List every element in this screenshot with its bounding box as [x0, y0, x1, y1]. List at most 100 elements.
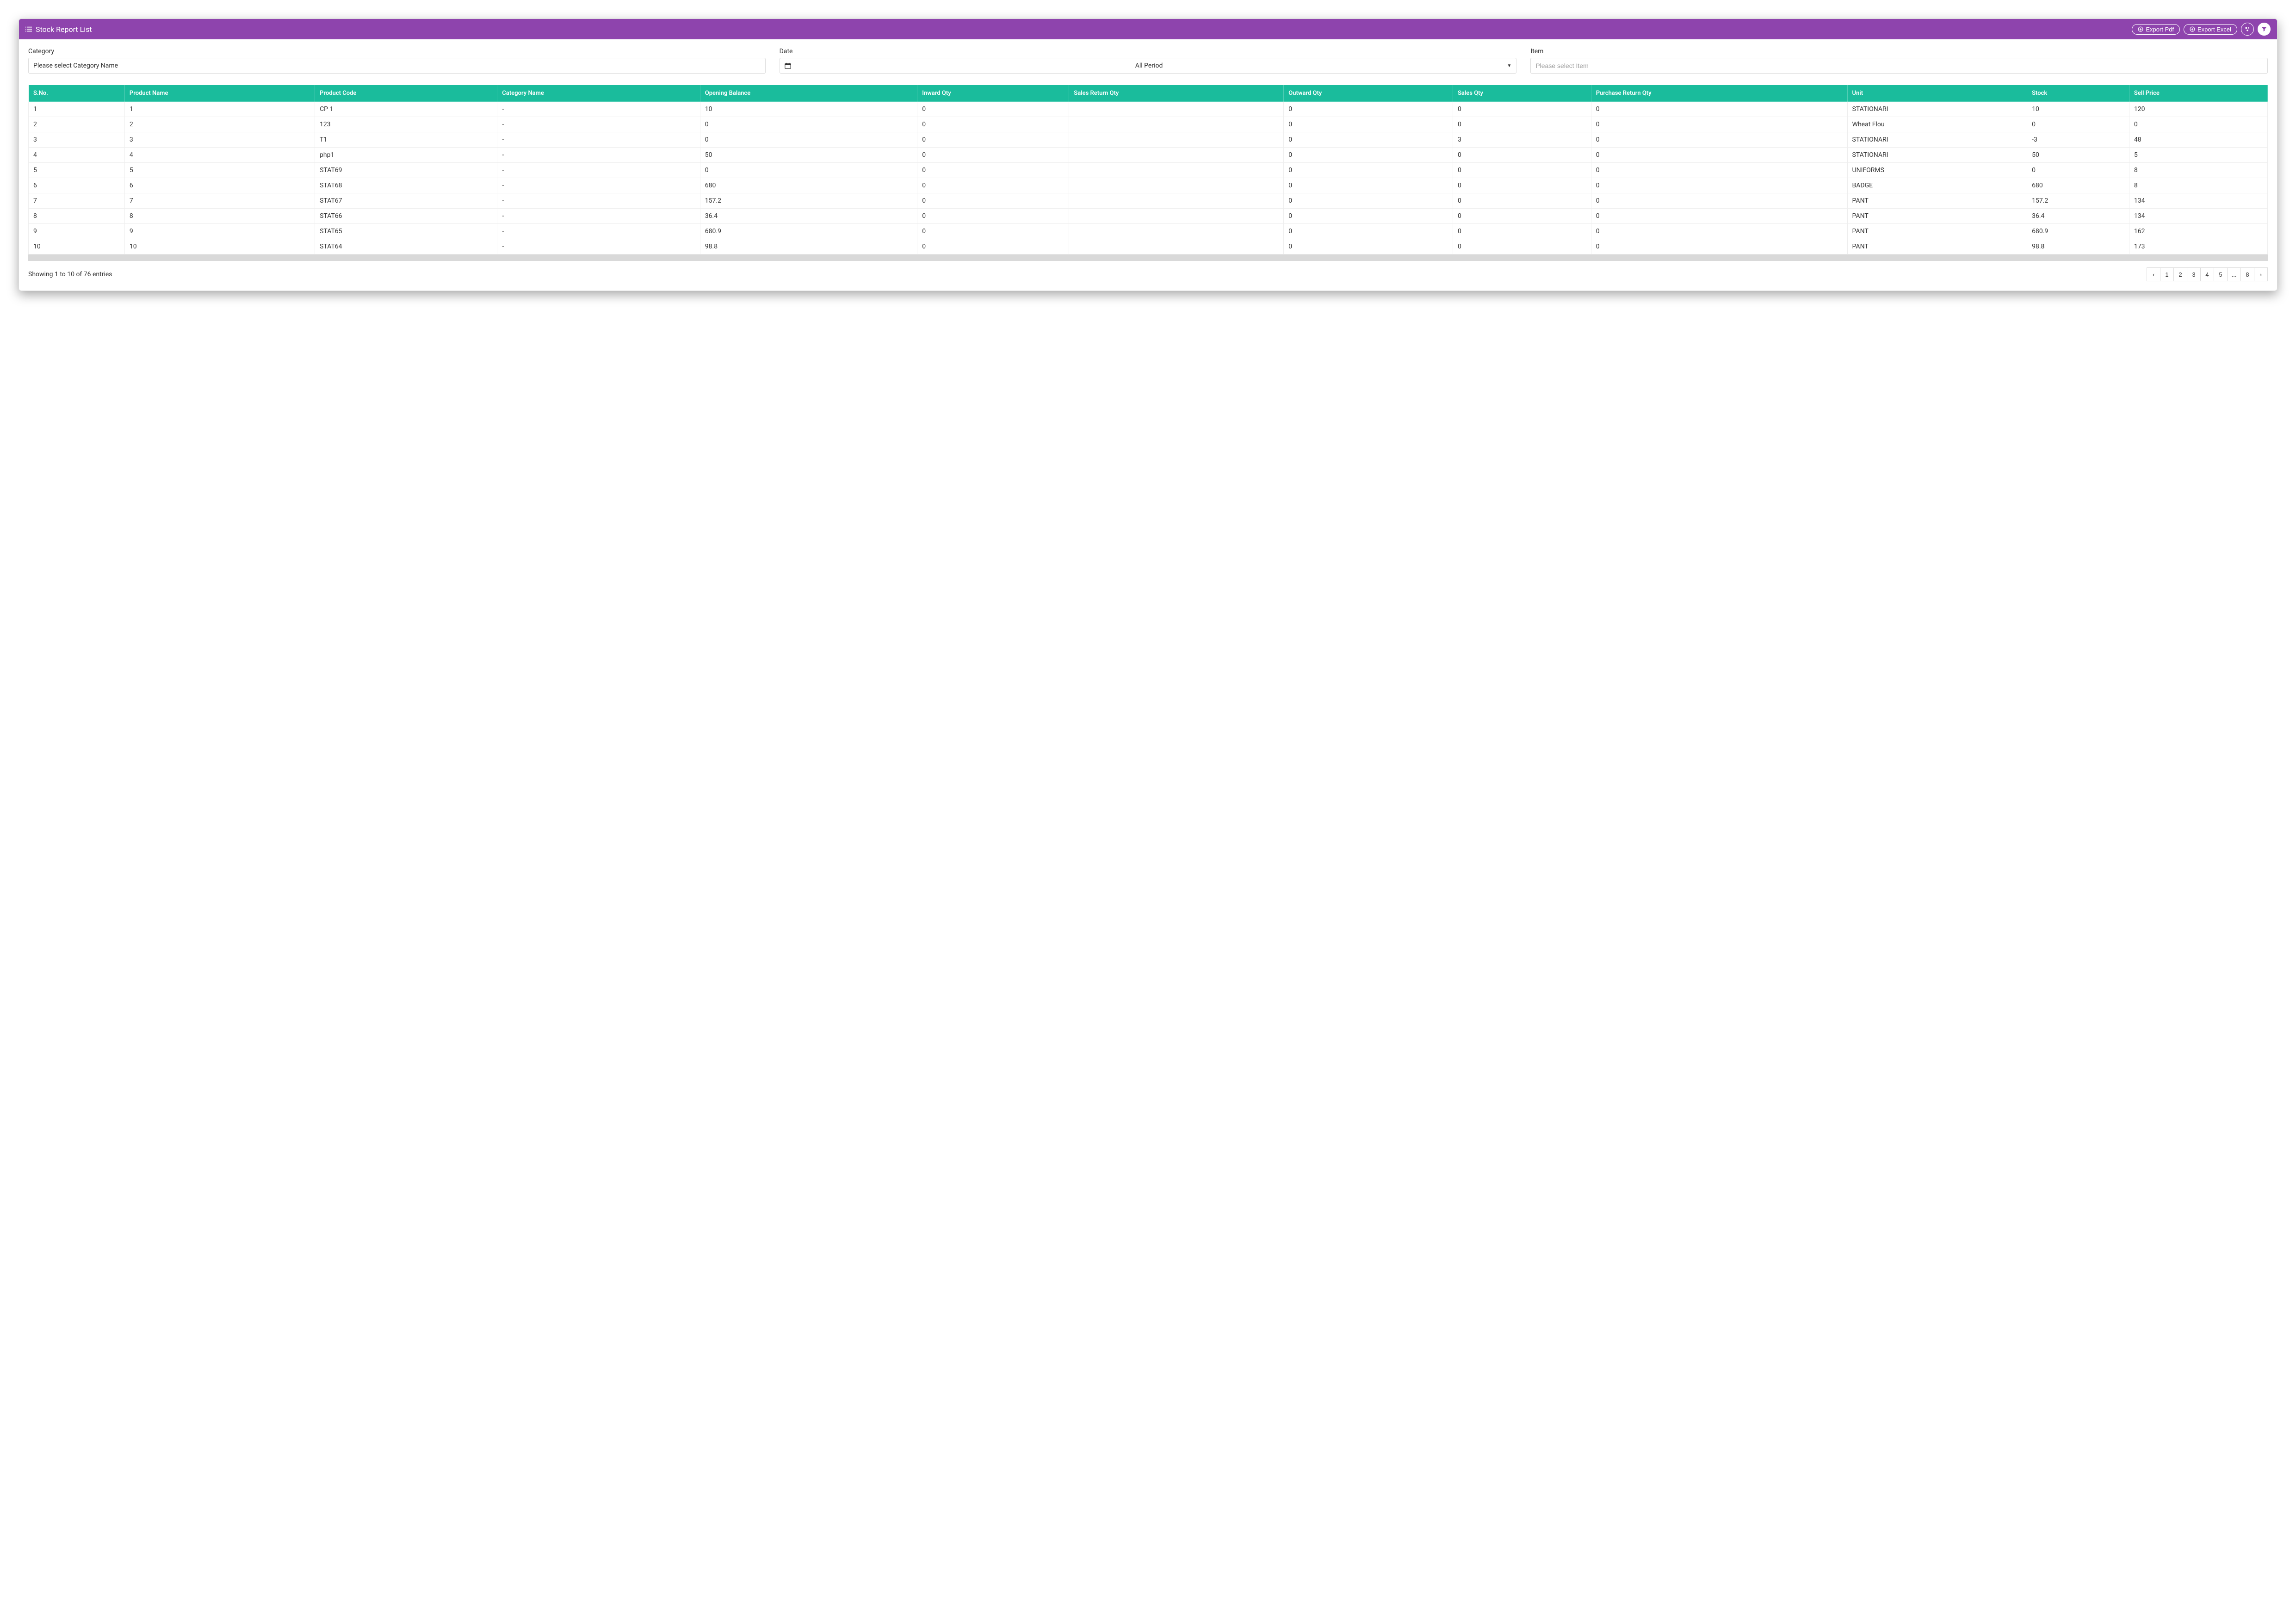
export-excel-button[interactable]: Export Excel	[2184, 24, 2237, 35]
page-ellipsis: ...	[2227, 267, 2241, 281]
table-cell: -	[497, 209, 700, 224]
filter-item: Item	[1530, 48, 2268, 74]
column-header[interactable]: Outward Qty	[1284, 85, 1453, 102]
table-row: 77STAT67-157.20000PANT157.2134	[29, 193, 2268, 209]
table-cell: 0	[1591, 148, 1847, 163]
column-header[interactable]: Sell Price	[2129, 85, 2267, 102]
table-cell: 0	[700, 117, 917, 132]
column-header[interactable]: Stock	[2027, 85, 2129, 102]
table-cell: 5	[124, 163, 315, 178]
table-cell: 0	[1284, 132, 1453, 148]
column-header[interactable]: Sales Qty	[1453, 85, 1591, 102]
panel-header-right: Export Pdf Export Excel	[2132, 23, 2271, 36]
table-cell: STAT64	[315, 239, 497, 254]
column-header[interactable]: Unit	[1847, 85, 2027, 102]
table-row: 88STAT66-36.40000PANT36.4134	[29, 209, 2268, 224]
calendar-icon	[780, 62, 796, 69]
table-cell: 0	[1591, 102, 1847, 117]
panel-header: Stock Report List Export Pdf Export Exce…	[19, 19, 2277, 39]
table-cell: 0	[1284, 239, 1453, 254]
export-pdf-button[interactable]: Export Pdf	[2132, 24, 2180, 35]
table-cell: 0	[1453, 148, 1591, 163]
category-select[interactable]: Please select Category Name	[28, 58, 766, 74]
table-cell: 0	[1284, 148, 1453, 163]
table-cell: 4	[124, 148, 315, 163]
table-cell	[1069, 239, 1284, 254]
table-cell: 0	[1284, 102, 1453, 117]
table-cell: 162	[2129, 224, 2267, 239]
table-cell: 0	[1453, 224, 1591, 239]
table-cell	[1069, 132, 1284, 148]
table-cell: BADGE	[1847, 178, 2027, 193]
table-cell: 10	[124, 239, 315, 254]
table-cell: 680.9	[700, 224, 917, 239]
table-cell: STAT66	[315, 209, 497, 224]
table-cell: 2	[29, 117, 125, 132]
table-row: 99STAT65-680.90000PANT680.9162	[29, 224, 2268, 239]
export-pdf-label: Export Pdf	[2146, 26, 2174, 33]
table-cell: T1	[315, 132, 497, 148]
table-cell: 9	[124, 224, 315, 239]
table-cell: -	[497, 102, 700, 117]
table-cell	[1069, 178, 1284, 193]
column-header[interactable]: Inward Qty	[917, 85, 1069, 102]
column-header[interactable]: Category Name	[497, 85, 700, 102]
table-cell: 157.2	[2027, 193, 2129, 209]
item-input[interactable]	[1530, 58, 2268, 74]
page-next[interactable]: ›	[2254, 267, 2268, 281]
column-header[interactable]: Sales Return Qty	[1069, 85, 1284, 102]
table-cell: 4	[29, 148, 125, 163]
table-body: 11CP 1-100000STATIONARI1012022123-00000W…	[29, 102, 2268, 254]
page-number[interactable]: 4	[2200, 267, 2214, 281]
table-cell	[1069, 163, 1284, 178]
table-cell: 0	[1453, 239, 1591, 254]
table-cell: 680	[2027, 178, 2129, 193]
table-cell: 134	[2129, 209, 2267, 224]
page-number[interactable]: 3	[2187, 267, 2201, 281]
table-cell: 6	[29, 178, 125, 193]
table-row: 66STAT68-6800000BADGE6808	[29, 178, 2268, 193]
page-number[interactable]: 5	[2214, 267, 2228, 281]
table-cell	[1069, 193, 1284, 209]
table-cell: STAT69	[315, 163, 497, 178]
table-cell: -	[497, 163, 700, 178]
table-cell: -	[497, 193, 700, 209]
column-header[interactable]: S.No.	[29, 85, 125, 102]
table-cell: 0	[1591, 163, 1847, 178]
table-cell: 680.9	[2027, 224, 2129, 239]
cogs-icon	[2244, 26, 2251, 32]
table-cell: 2	[124, 117, 315, 132]
column-header[interactable]: Opening Balance	[700, 85, 917, 102]
category-value: Please select Category Name	[33, 62, 118, 69]
panel-title: Stock Report List	[36, 25, 92, 34]
page-prev[interactable]: ‹	[2147, 267, 2160, 281]
table-cell: STAT68	[315, 178, 497, 193]
column-header[interactable]: Purchase Return Qty	[1591, 85, 1847, 102]
chevron-left-icon: ‹	[2153, 271, 2154, 278]
page-number[interactable]: 1	[2160, 267, 2174, 281]
filter-button[interactable]	[2258, 23, 2271, 36]
table-cell: 0	[917, 209, 1069, 224]
table-cell: 10	[2027, 102, 2129, 117]
table-cell: 0	[917, 239, 1069, 254]
column-header[interactable]: Product Name	[124, 85, 315, 102]
filters-row: Category Please select Category Name Dat…	[28, 48, 2268, 74]
date-value: All Period	[796, 58, 1503, 73]
page-number[interactable]: 2	[2173, 267, 2187, 281]
table-cell: 0	[917, 193, 1069, 209]
panel-body: Category Please select Category Name Dat…	[19, 39, 2277, 291]
settings-button[interactable]	[2241, 23, 2254, 36]
pagination: ‹ 12345...8›	[2147, 267, 2268, 281]
table-cell: 98.8	[700, 239, 917, 254]
column-header[interactable]: Product Code	[315, 85, 497, 102]
table-cell: 0	[1591, 193, 1847, 209]
table-scroll-wrap[interactable]: ◂ S.No.Product NameProduct CodeCategory …	[28, 85, 2268, 261]
table-cell: CP 1	[315, 102, 497, 117]
page-number[interactable]: 8	[2240, 267, 2254, 281]
table-cell: 123	[315, 117, 497, 132]
download-icon	[2138, 26, 2143, 32]
table-cell: 0	[2027, 163, 2129, 178]
table-cell: 0	[1453, 117, 1591, 132]
date-select[interactable]: All Period ▼	[780, 58, 1517, 74]
table-cell: php1	[315, 148, 497, 163]
